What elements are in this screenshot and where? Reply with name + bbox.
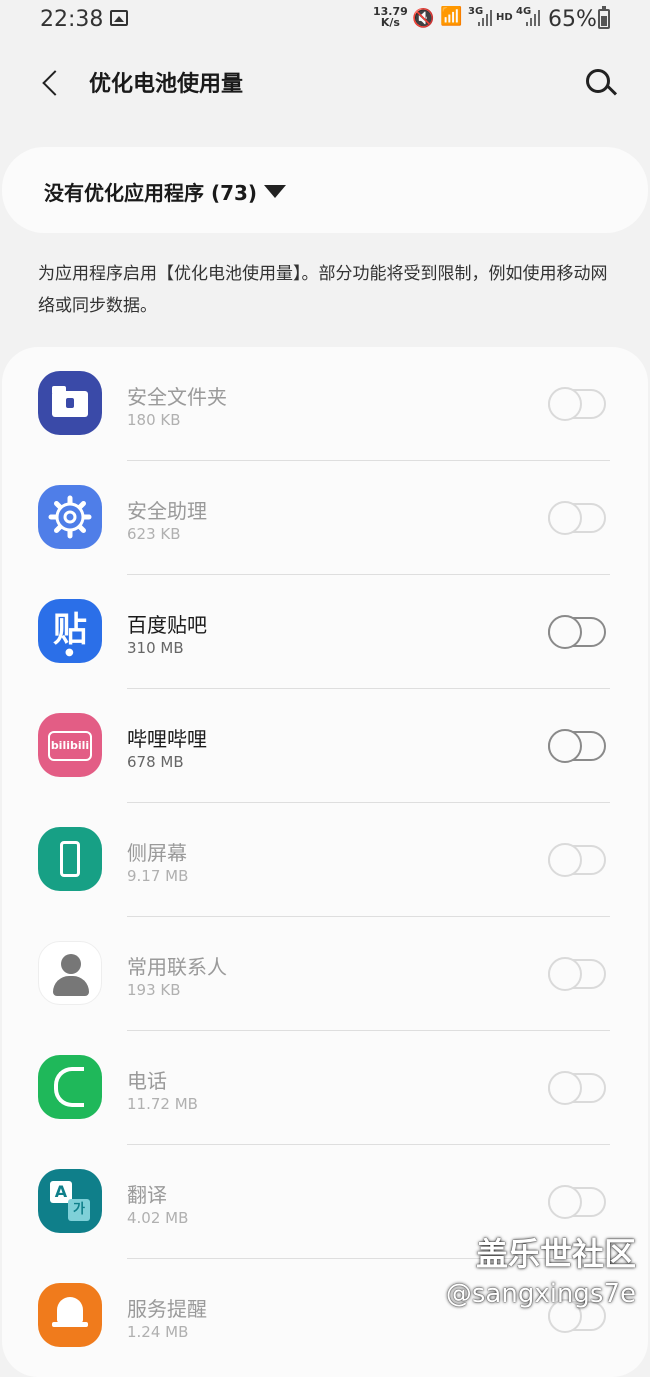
signal-strength-icon [478, 10, 492, 26]
tieba-icon-glyph: 贴 [53, 610, 87, 650]
gallery-notification-icon [110, 10, 128, 26]
watermark: 盖乐世社区 @sangxings7e [446, 1232, 636, 1312]
battery-optimize-toggle[interactable] [548, 1071, 606, 1105]
app-size: 623 KB [127, 525, 181, 543]
bilibili-logo: bilibili [48, 731, 92, 761]
app-size: 1.24 MB [127, 1323, 189, 1341]
watermark-community: 盖乐世社区 [475, 1235, 636, 1273]
secure-folder-icon [38, 371, 102, 435]
dropdown-caret-icon [264, 185, 286, 198]
battery-icon [598, 6, 610, 29]
app-name: 百度贴吧 [127, 613, 207, 637]
list-item[interactable]: 侧屏幕 9.17 MB [2, 803, 648, 917]
app-size: 180 KB [127, 411, 181, 429]
translate-icon: A 가 [38, 1169, 102, 1233]
signal-strength-icon [526, 10, 540, 26]
battery-optimize-toggle[interactable] [548, 1185, 606, 1219]
status-bar: 22:38 13.79 K/s 🔇 📶 3G HD 4G 65% [0, 0, 650, 40]
status-time: 22:38 [40, 7, 104, 32]
battery-optimize-toggle[interactable] [548, 843, 606, 877]
wifi-icon: 📶 [440, 6, 463, 27]
page-title: 优化电池使用量 [89, 72, 244, 97]
battery-optimize-toggle[interactable] [548, 957, 606, 991]
phone-icon [38, 1055, 102, 1119]
filter-label: 没有优化应用程序 (73) [44, 181, 258, 205]
app-size: 678 MB [127, 753, 184, 771]
app-name: 安全文件夹 [127, 385, 227, 409]
contact-icon [38, 941, 102, 1005]
tieba-icon: 贴 ● [38, 599, 102, 663]
battery-optimize-toggle[interactable] [548, 501, 606, 535]
back-arrow-icon[interactable] [36, 62, 76, 102]
app-name: 服务提醒 [127, 1297, 207, 1321]
app-name: 翻译 [127, 1183, 167, 1207]
description-text: 为应用程序启用【优化电池使用量】。部分功能将受到限制，例如使用移动网络或同步数据… [38, 264, 608, 316]
list-item[interactable]: bilibili 哔哩哔哩 678 MB [2, 689, 648, 803]
app-size: 4.02 MB [127, 1209, 189, 1227]
app-size: 310 MB [127, 639, 184, 657]
battery-optimize-toggle[interactable] [548, 387, 606, 421]
app-list: 安全文件夹 180 KB 安全助理 623 KB 贴 ● 百度贴吧 310 MB… [2, 347, 648, 1377]
app-name: 哔哩哔哩 [127, 727, 207, 751]
app-name: 电话 [127, 1069, 167, 1093]
watermark-handle: @sangxings7e [445, 1279, 636, 1309]
app-size: 9.17 MB [127, 867, 189, 885]
app-name: 常用联系人 [127, 955, 227, 979]
battery-optimize-toggle[interactable] [548, 615, 606, 649]
list-item[interactable]: 安全助理 623 KB [2, 461, 648, 575]
app-bar: 优化电池使用量 [0, 50, 650, 114]
network-speed-unit: K/s [380, 16, 400, 29]
app-size: 11.72 MB [127, 1095, 198, 1113]
battery-percent: 65% [548, 7, 597, 32]
gear-icon [38, 485, 102, 549]
bilibili-icon: bilibili [38, 713, 102, 777]
app-name: 侧屏幕 [127, 841, 187, 865]
mute-icon: 🔇 [412, 8, 435, 29]
hd-voice-label: HD [496, 12, 513, 23]
list-item[interactable]: 安全文件夹 180 KB [2, 347, 648, 461]
network-speed: 13.79 K/s [373, 6, 408, 28]
edge-screen-icon [38, 827, 102, 891]
app-name: 安全助理 [127, 499, 207, 523]
list-item[interactable]: 贴 ● 百度贴吧 310 MB [2, 575, 648, 689]
paw-icon: ● [65, 647, 74, 658]
battery-optimize-toggle[interactable] [548, 729, 606, 763]
search-icon[interactable] [580, 63, 618, 101]
translate-icon-ga: 가 [68, 1199, 90, 1221]
app-size: 193 KB [127, 981, 181, 999]
bell-icon [38, 1283, 102, 1347]
list-item[interactable]: 电话 11.72 MB [2, 1031, 648, 1145]
app-filter-dropdown[interactable]: 没有优化应用程序 (73) [2, 147, 648, 233]
list-item[interactable]: 常用联系人 193 KB [2, 917, 648, 1031]
